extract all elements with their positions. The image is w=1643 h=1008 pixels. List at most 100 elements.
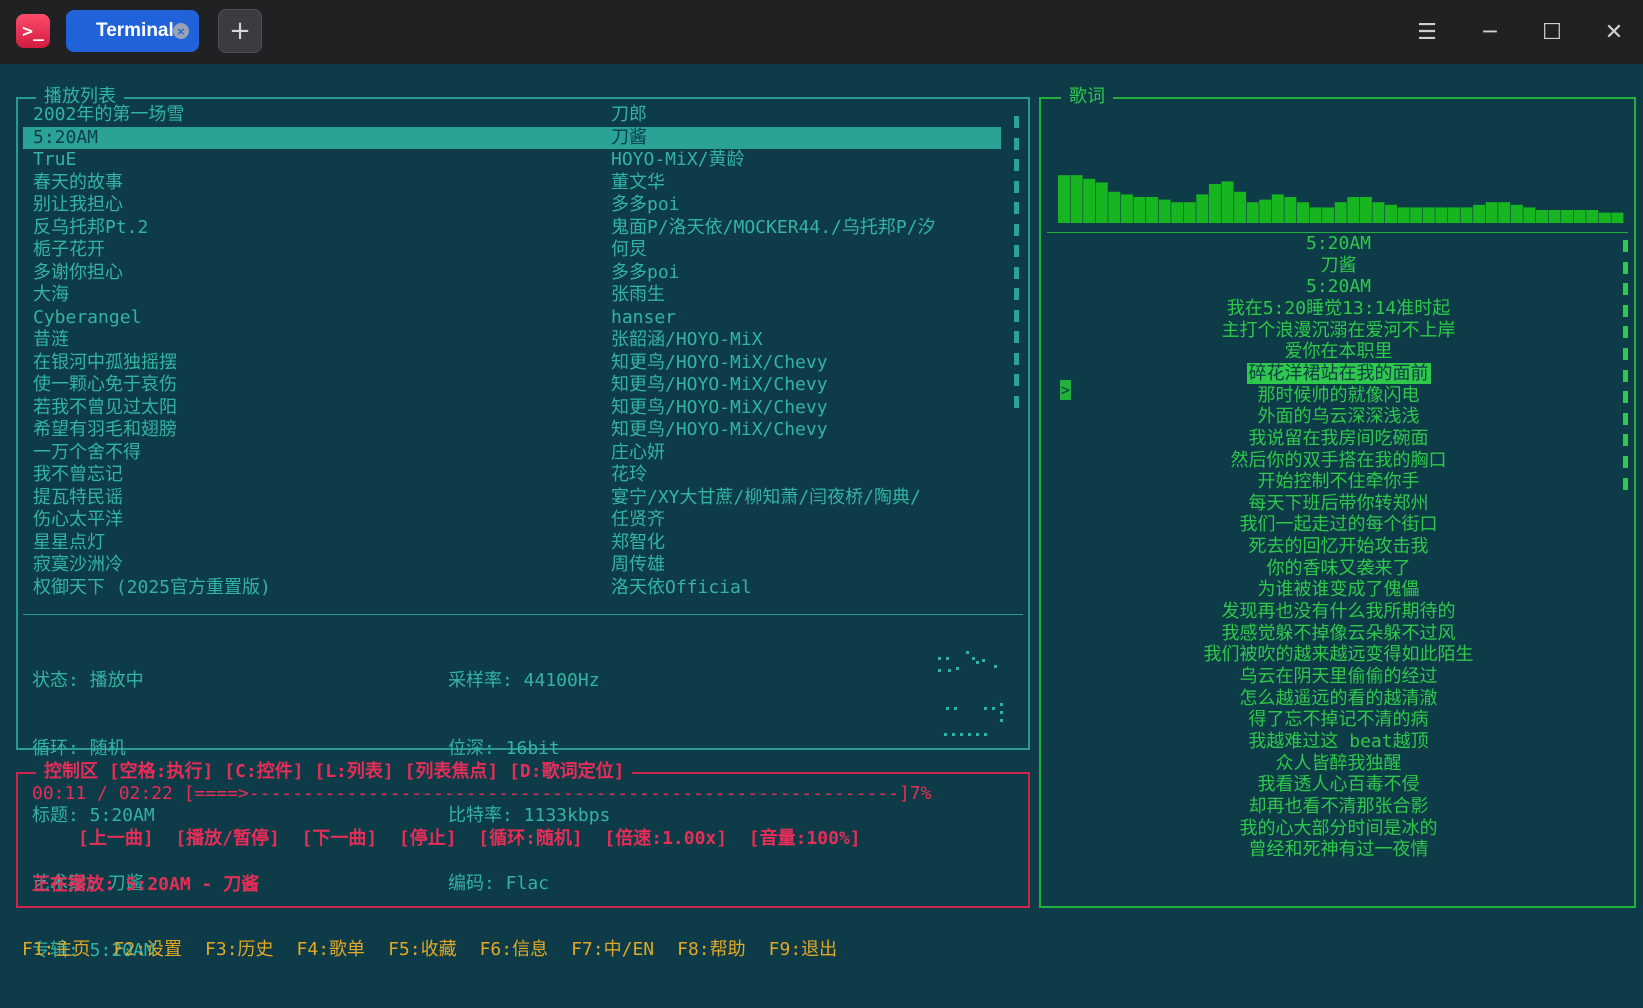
scrollbar-segment (1014, 202, 1019, 214)
song-row[interactable]: 多谢你担心 多多poi (23, 262, 1001, 285)
song-row[interactable]: 权御天下 (2025官方重置版) 洛天依Official (23, 577, 1001, 600)
lyric-line[interactable]: 刀酱 (1041, 255, 1636, 278)
song-title: 希望有羽毛和翅膀 (33, 419, 177, 440)
function-key-bar: F1:主页 F2:设置 F3:历史 F4:歌单 F5:收藏 F6:信息 F7:中/EN F8:… (22, 939, 860, 961)
lyric-line[interactable]: 5:20AM (1041, 233, 1636, 256)
lyric-line[interactable]: 众人皆醉我独醒 (1041, 753, 1636, 776)
new-tab-button[interactable]: + (218, 9, 262, 53)
spectrum-bar (1221, 181, 1234, 223)
song-artist: 知更鸟/HOYO-MiX/Chevy (611, 351, 828, 373)
lyric-line[interactable]: 我感觉躲不掉像云朵躲不过风 (1041, 623, 1636, 646)
close-icon[interactable]: ✕ (1598, 16, 1630, 48)
song-row[interactable]: 希望有羽毛和翅膀 知更鸟/HOYO-MiX/Chevy (23, 419, 1001, 442)
playback-buttons[interactable]: [上一曲] [播放/暂停] [下一曲] [停止] [循环:随机] [倍速:1.0… (78, 828, 861, 851)
function-key-8[interactable]: F8:帮助 (677, 939, 746, 960)
function-key-2[interactable]: F2:设置 (114, 939, 183, 960)
minimize-icon[interactable]: ─ (1474, 16, 1506, 48)
spectrum-bar (1171, 202, 1184, 223)
lyric-line[interactable]: 死去的回忆开始攻击我 (1041, 536, 1636, 559)
lyric-line[interactable]: 乌云在阴天里偷偷的经过 (1041, 666, 1636, 689)
lyrics-scrollbar-segment (1623, 261, 1628, 274)
lyric-line[interactable]: 每天下班后带你转郑州 (1041, 493, 1636, 516)
function-key-9[interactable]: F9:退出 (769, 939, 838, 960)
function-key-4[interactable]: F4:歌单 (297, 939, 366, 960)
song-row[interactable]: 我不曾忘记 花玲 (23, 464, 1001, 487)
progress-bar[interactable]: 00:11 / 02:22 [====>--------------------… (32, 783, 931, 806)
song-row[interactable]: 星星点灯 郑智化 (23, 532, 1001, 555)
song-row[interactable]: Cyberangel hanser (23, 307, 1001, 330)
song-artist: 鬼面P/洛天依/MOCKER44./乌托邦P/汐 (611, 216, 936, 238)
lyrics-scrollbar-segment (1623, 477, 1628, 490)
song-title: 大海 (33, 284, 69, 305)
hamburger-menu-icon[interactable]: ☰ (1411, 16, 1443, 48)
lyric-line[interactable]: 开始控制不住牵你手 (1041, 471, 1636, 494)
lyric-line[interactable]: 发现再也没有什么我所期待的 (1041, 601, 1636, 624)
lyric-text: 外面的乌云深深浅浅 (1257, 406, 1420, 428)
lyric-text: 怎么越遥远的看的越清澈 (1239, 687, 1438, 709)
lyric-line[interactable]: 5:20AM (1041, 276, 1636, 299)
lyric-line[interactable]: 为谁被谁变成了傀儡 (1041, 579, 1636, 602)
spectrum-bar (1133, 197, 1146, 223)
info-bit-depth: 位深: 16bit (448, 737, 560, 759)
function-key-3[interactable]: F3:历史 (205, 939, 274, 960)
lyric-line[interactable]: 得了忘不掉记不清的病 (1041, 709, 1636, 732)
lyric-line-current[interactable]: 碎花洋裙站在我的面前 (1041, 362, 1636, 386)
tab-terminal[interactable]: Terminal × (66, 10, 199, 52)
lyric-line[interactable]: 我的心大部分时间是冰的 (1041, 818, 1636, 841)
scrollbar-segment (1014, 288, 1019, 300)
song-row[interactable]: 栀子花开 何炅 (23, 239, 1001, 262)
function-key-1[interactable]: F1:主页 (22, 939, 91, 960)
lyric-text: 我越难过这 beat越顶 (1248, 730, 1429, 752)
spectrum-bar (1498, 202, 1511, 223)
lyric-line[interactable]: 那时候帅的就像闪电 (1041, 385, 1636, 408)
song-row[interactable]: 使一颗心免于哀伤 知更鸟/HOYO-MiX/Chevy (23, 374, 1001, 397)
lyric-line[interactable]: 我越难过这 beat越顶 (1041, 731, 1636, 754)
lyric-line[interactable]: 我看透人心百毒不侵 (1041, 774, 1636, 797)
song-row-selected[interactable]: 5:20AM 刀酱 (23, 126, 1001, 149)
function-key-7[interactable]: F7:中/EN (571, 939, 654, 960)
lyric-line[interactable]: 却再也看不清那张合影 (1041, 796, 1636, 819)
song-row[interactable]: 别让我担心 多多poi (23, 194, 1001, 217)
song-row[interactable]: 昔涟 张韶涵/HOYO-MiX (23, 329, 1001, 352)
lyric-line[interactable]: 我们一起走过的每个街口 (1041, 514, 1636, 537)
lyric-line[interactable]: 外面的乌云深深浅浅 (1041, 406, 1636, 429)
function-key-6[interactable]: F6:信息 (480, 939, 549, 960)
maximize-icon[interactable]: ☐ (1536, 16, 1568, 48)
tab-close-icon[interactable]: × (173, 23, 189, 39)
lyric-line[interactable]: 你的香味又袭来了 (1041, 558, 1636, 581)
lyric-line[interactable]: 爱你在本职里 (1041, 341, 1636, 364)
lyric-line[interactable]: 我们被吹的越来越远变得如此陌生 (1041, 644, 1636, 667)
playlist-scrollbar[interactable] (1014, 116, 1020, 413)
scrollbar-segment (1014, 245, 1019, 257)
spectrum-bar (1548, 210, 1561, 223)
lyric-line[interactable]: 然后你的双手搭在我的胸口 (1041, 450, 1636, 473)
song-artist: 宴宁/XY大甘蔗/柳知萧/闫夜桥/陶典/ (611, 486, 921, 508)
lyric-line[interactable]: 我在5:20睡觉13:14准时起 (1041, 298, 1636, 321)
lyric-text: 死去的回忆开始攻击我 (1248, 536, 1429, 558)
song-row[interactable]: 提瓦特民谣 宴宁/XY大甘蔗/柳知萧/闫夜桥/陶典/ (23, 487, 1001, 510)
song-row[interactable]: 寂寞沙洲冷 周传雄 (23, 554, 1001, 577)
lyric-line[interactable]: 我说留在我房间吃碗面 (1041, 428, 1636, 451)
song-title: 我不曾忘记 (33, 464, 123, 485)
song-row[interactable]: 一万个舍不得 庄心妍 (23, 442, 1001, 465)
lyrics-title: 歌词 (1061, 85, 1113, 109)
scrollbar-segment (1014, 352, 1019, 365)
lyric-line[interactable]: 主打个浪漫沉溺在爱河不上岸 (1041, 320, 1636, 343)
song-artist: 多多poi (611, 261, 680, 283)
spectrum-bar (1271, 194, 1284, 223)
song-row[interactable]: 2002年的第一场雪 刀郎 (23, 104, 1001, 127)
song-row[interactable]: 反乌托邦Pt.2 鬼面P/洛天依/MOCKER44./乌托邦P/汐 (23, 217, 1001, 240)
song-row[interactable]: 春天的故事 董文华 (23, 172, 1001, 195)
song-row[interactable]: 大海 张雨生 (23, 284, 1001, 307)
lyric-text: 我们被吹的越来越远变得如此陌生 (1203, 644, 1474, 666)
song-artist: HOYO-MiX/黄龄 (611, 149, 745, 170)
song-artist: 花玲 (611, 464, 647, 485)
lyric-text: 乌云在阴天里偷偷的经过 (1239, 666, 1438, 687)
lyric-line[interactable]: 怎么越遥远的看的越清澈 (1041, 688, 1636, 711)
lyric-line[interactable]: 曾经和死神有过一夜情 (1041, 839, 1636, 862)
function-key-5[interactable]: F5:收藏 (388, 939, 457, 960)
song-row[interactable]: 在银河中孤独摇摆 知更鸟/HOYO-MiX/Chevy (23, 352, 1001, 375)
song-row[interactable]: 伤心太平洋 任贤齐 (23, 509, 1001, 532)
song-row[interactable]: TruE HOYO-MiX/黄龄 (23, 149, 1001, 172)
song-row[interactable]: 若我不曾见过太阳 知更鸟/HOYO-MiX/Chevy (23, 397, 1001, 420)
